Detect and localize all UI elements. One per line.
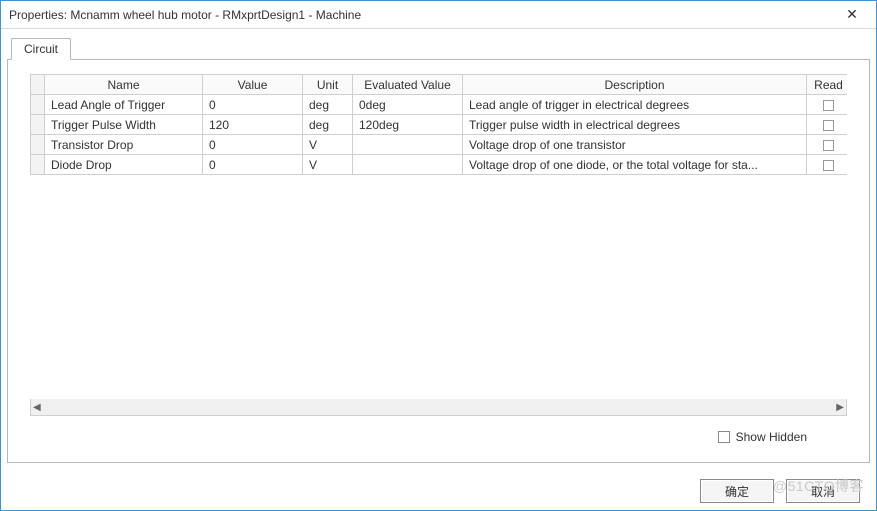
col-header-value[interactable]: Value (203, 75, 303, 95)
client-area: Circuit Name Value Unit Evaluated Value (1, 29, 876, 510)
scroll-right-icon[interactable]: ▶ (836, 402, 844, 413)
cell-evaluated (353, 135, 463, 155)
cell-read[interactable] (807, 155, 848, 175)
grid-viewport: Name Value Unit Evaluated Value Descript… (30, 74, 847, 399)
cell-read[interactable] (807, 135, 848, 155)
cell-name[interactable]: Diode Drop (45, 155, 203, 175)
close-button[interactable]: ✕ (832, 5, 872, 25)
cell-unit[interactable]: V (303, 135, 353, 155)
row-header[interactable] (31, 155, 45, 175)
cancel-button[interactable]: 取消 (786, 479, 860, 503)
cell-description: Trigger pulse width in electrical degree… (463, 115, 807, 135)
row-header[interactable] (31, 135, 45, 155)
tab-strip: Circuit (7, 35, 870, 59)
checkbox-icon[interactable] (823, 100, 834, 111)
cell-evaluated (353, 155, 463, 175)
cell-description: Voltage drop of one diode, or the total … (463, 155, 807, 175)
horizontal-scrollbar[interactable]: ◀ ▶ (30, 399, 847, 416)
ok-button[interactable]: 确定 (700, 479, 774, 503)
close-icon: ✕ (846, 6, 858, 23)
cell-name[interactable]: Trigger Pulse Width (45, 115, 203, 135)
dialog-button-row: 确定 取消 (7, 474, 870, 508)
show-hidden-row: Show Hidden (30, 416, 847, 450)
cancel-button-label: 取消 (811, 483, 835, 500)
row-header[interactable] (31, 115, 45, 135)
col-header-evaluated[interactable]: Evaluated Value (353, 75, 463, 95)
cell-value[interactable]: 120 (203, 115, 303, 135)
checkbox-icon[interactable] (823, 160, 834, 171)
checkbox-icon[interactable] (823, 140, 834, 151)
scroll-left-icon[interactable]: ◀ (33, 402, 41, 413)
cell-name[interactable]: Lead Angle of Trigger (45, 95, 203, 115)
cell-value[interactable]: 0 (203, 155, 303, 175)
cell-value[interactable]: 0 (203, 95, 303, 115)
separator (7, 469, 870, 470)
property-grid: Name Value Unit Evaluated Value Descript… (30, 74, 847, 416)
titlebar: Properties: Mcnamm wheel hub motor - RMx… (1, 1, 876, 29)
table-row[interactable]: Diode Drop 0 V Voltage drop of one diode… (31, 155, 848, 175)
col-header-unit[interactable]: Unit (303, 75, 353, 95)
grid-corner (31, 75, 45, 95)
cell-name[interactable]: Transistor Drop (45, 135, 203, 155)
cell-read[interactable] (807, 95, 848, 115)
show-hidden-label: Show Hidden (736, 430, 807, 444)
cell-read[interactable] (807, 115, 848, 135)
row-header[interactable] (31, 95, 45, 115)
cell-evaluated: 120deg (353, 115, 463, 135)
properties-window: Properties: Mcnamm wheel hub motor - RMx… (0, 0, 877, 511)
cell-unit[interactable]: deg (303, 95, 353, 115)
window-title: Properties: Mcnamm wheel hub motor - RMx… (9, 8, 832, 22)
table-row[interactable]: Trigger Pulse Width 120 deg 120deg Trigg… (31, 115, 848, 135)
tab-label: Circuit (24, 42, 58, 56)
grid-table: Name Value Unit Evaluated Value Descript… (30, 74, 847, 175)
show-hidden-checkbox[interactable] (718, 431, 730, 443)
ok-button-label: 确定 (725, 483, 749, 500)
cell-value[interactable]: 0 (203, 135, 303, 155)
cell-description: Voltage drop of one transistor (463, 135, 807, 155)
col-header-description[interactable]: Description (463, 75, 807, 95)
cell-unit[interactable]: deg (303, 115, 353, 135)
cell-evaluated: 0deg (353, 95, 463, 115)
grid-header-row: Name Value Unit Evaluated Value Descript… (31, 75, 848, 95)
cell-description: Lead angle of trigger in electrical degr… (463, 95, 807, 115)
table-row[interactable]: Transistor Drop 0 V Voltage drop of one … (31, 135, 848, 155)
col-header-name[interactable]: Name (45, 75, 203, 95)
col-header-read[interactable]: Read (807, 75, 848, 95)
checkbox-icon[interactable] (823, 120, 834, 131)
table-row[interactable]: Lead Angle of Trigger 0 deg 0deg Lead an… (31, 95, 848, 115)
tab-circuit[interactable]: Circuit (11, 38, 71, 60)
cell-unit[interactable]: V (303, 155, 353, 175)
tab-panel: Name Value Unit Evaluated Value Descript… (7, 59, 870, 463)
